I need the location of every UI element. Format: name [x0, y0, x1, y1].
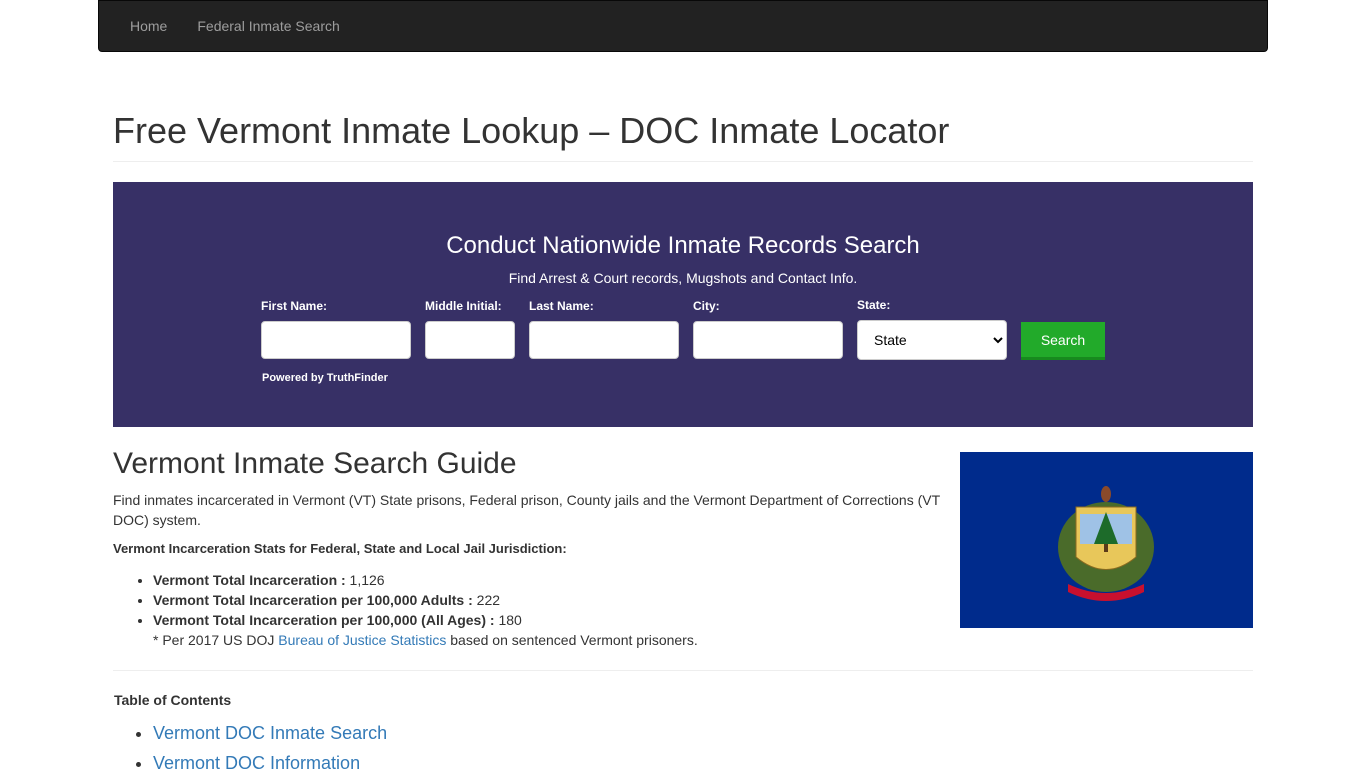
- last-name-input[interactable]: [529, 321, 679, 359]
- stats-note: * Per 2017 US DOJ Bureau of Justice Stat…: [153, 632, 698, 648]
- guide-heading: Vermont Inmate Search Guide: [113, 447, 517, 480]
- toc-list: Vermont DOC Inmate Search Vermont DOC In…: [153, 718, 387, 778]
- stats-heading: Vermont Incarceration Stats for Federal,…: [113, 541, 567, 556]
- powered-by: Powered by TruthFinder: [262, 372, 388, 384]
- navbar: Home Federal Inmate Search: [98, 0, 1268, 52]
- search-heading: Conduct Nationwide Inmate Records Search: [446, 232, 920, 259]
- middle-initial-label: Middle Initial:: [425, 299, 502, 313]
- first-name-input[interactable]: [261, 321, 411, 359]
- last-name-label: Last Name:: [529, 299, 594, 313]
- nav-home[interactable]: Home: [130, 18, 167, 34]
- bjs-link[interactable]: Bureau of Justice Statistics: [278, 632, 446, 648]
- state-select[interactable]: State: [857, 320, 1007, 360]
- toc-link-doc-information[interactable]: Vermont DOC Information: [153, 753, 360, 773]
- nav-federal-inmate-search[interactable]: Federal Inmate Search: [197, 18, 339, 34]
- toc-heading: Table of Contents: [114, 692, 232, 708]
- stat-item: Vermont Total Incarceration per 100,000 …: [153, 610, 522, 630]
- stat-item: Vermont Total Incarceration : 1,126: [153, 570, 522, 590]
- city-label: City:: [693, 299, 720, 313]
- page-title: Free Vermont Inmate Lookup – DOC Inmate …: [113, 110, 950, 151]
- vermont-flag-image: [960, 452, 1253, 628]
- search-button[interactable]: Search: [1021, 322, 1105, 360]
- guide-intro: Find inmates incarcerated in Vermont (VT…: [113, 492, 940, 528]
- city-input[interactable]: [693, 321, 843, 359]
- divider: [113, 670, 1253, 671]
- search-subheading: Find Arrest & Court records, Mugshots an…: [508, 270, 858, 286]
- state-label: State:: [857, 298, 891, 312]
- stats-list: Vermont Total Incarceration : 1,126 Verm…: [153, 570, 522, 630]
- stat-item: Vermont Total Incarceration per 100,000 …: [153, 590, 522, 610]
- divider: [113, 161, 1253, 162]
- search-banner: Conduct Nationwide Inmate Records Search…: [113, 182, 1253, 427]
- first-name-label: First Name:: [261, 299, 328, 313]
- middle-initial-input[interactable]: [425, 321, 515, 359]
- toc-link-doc-inmate-search[interactable]: Vermont DOC Inmate Search: [153, 723, 387, 743]
